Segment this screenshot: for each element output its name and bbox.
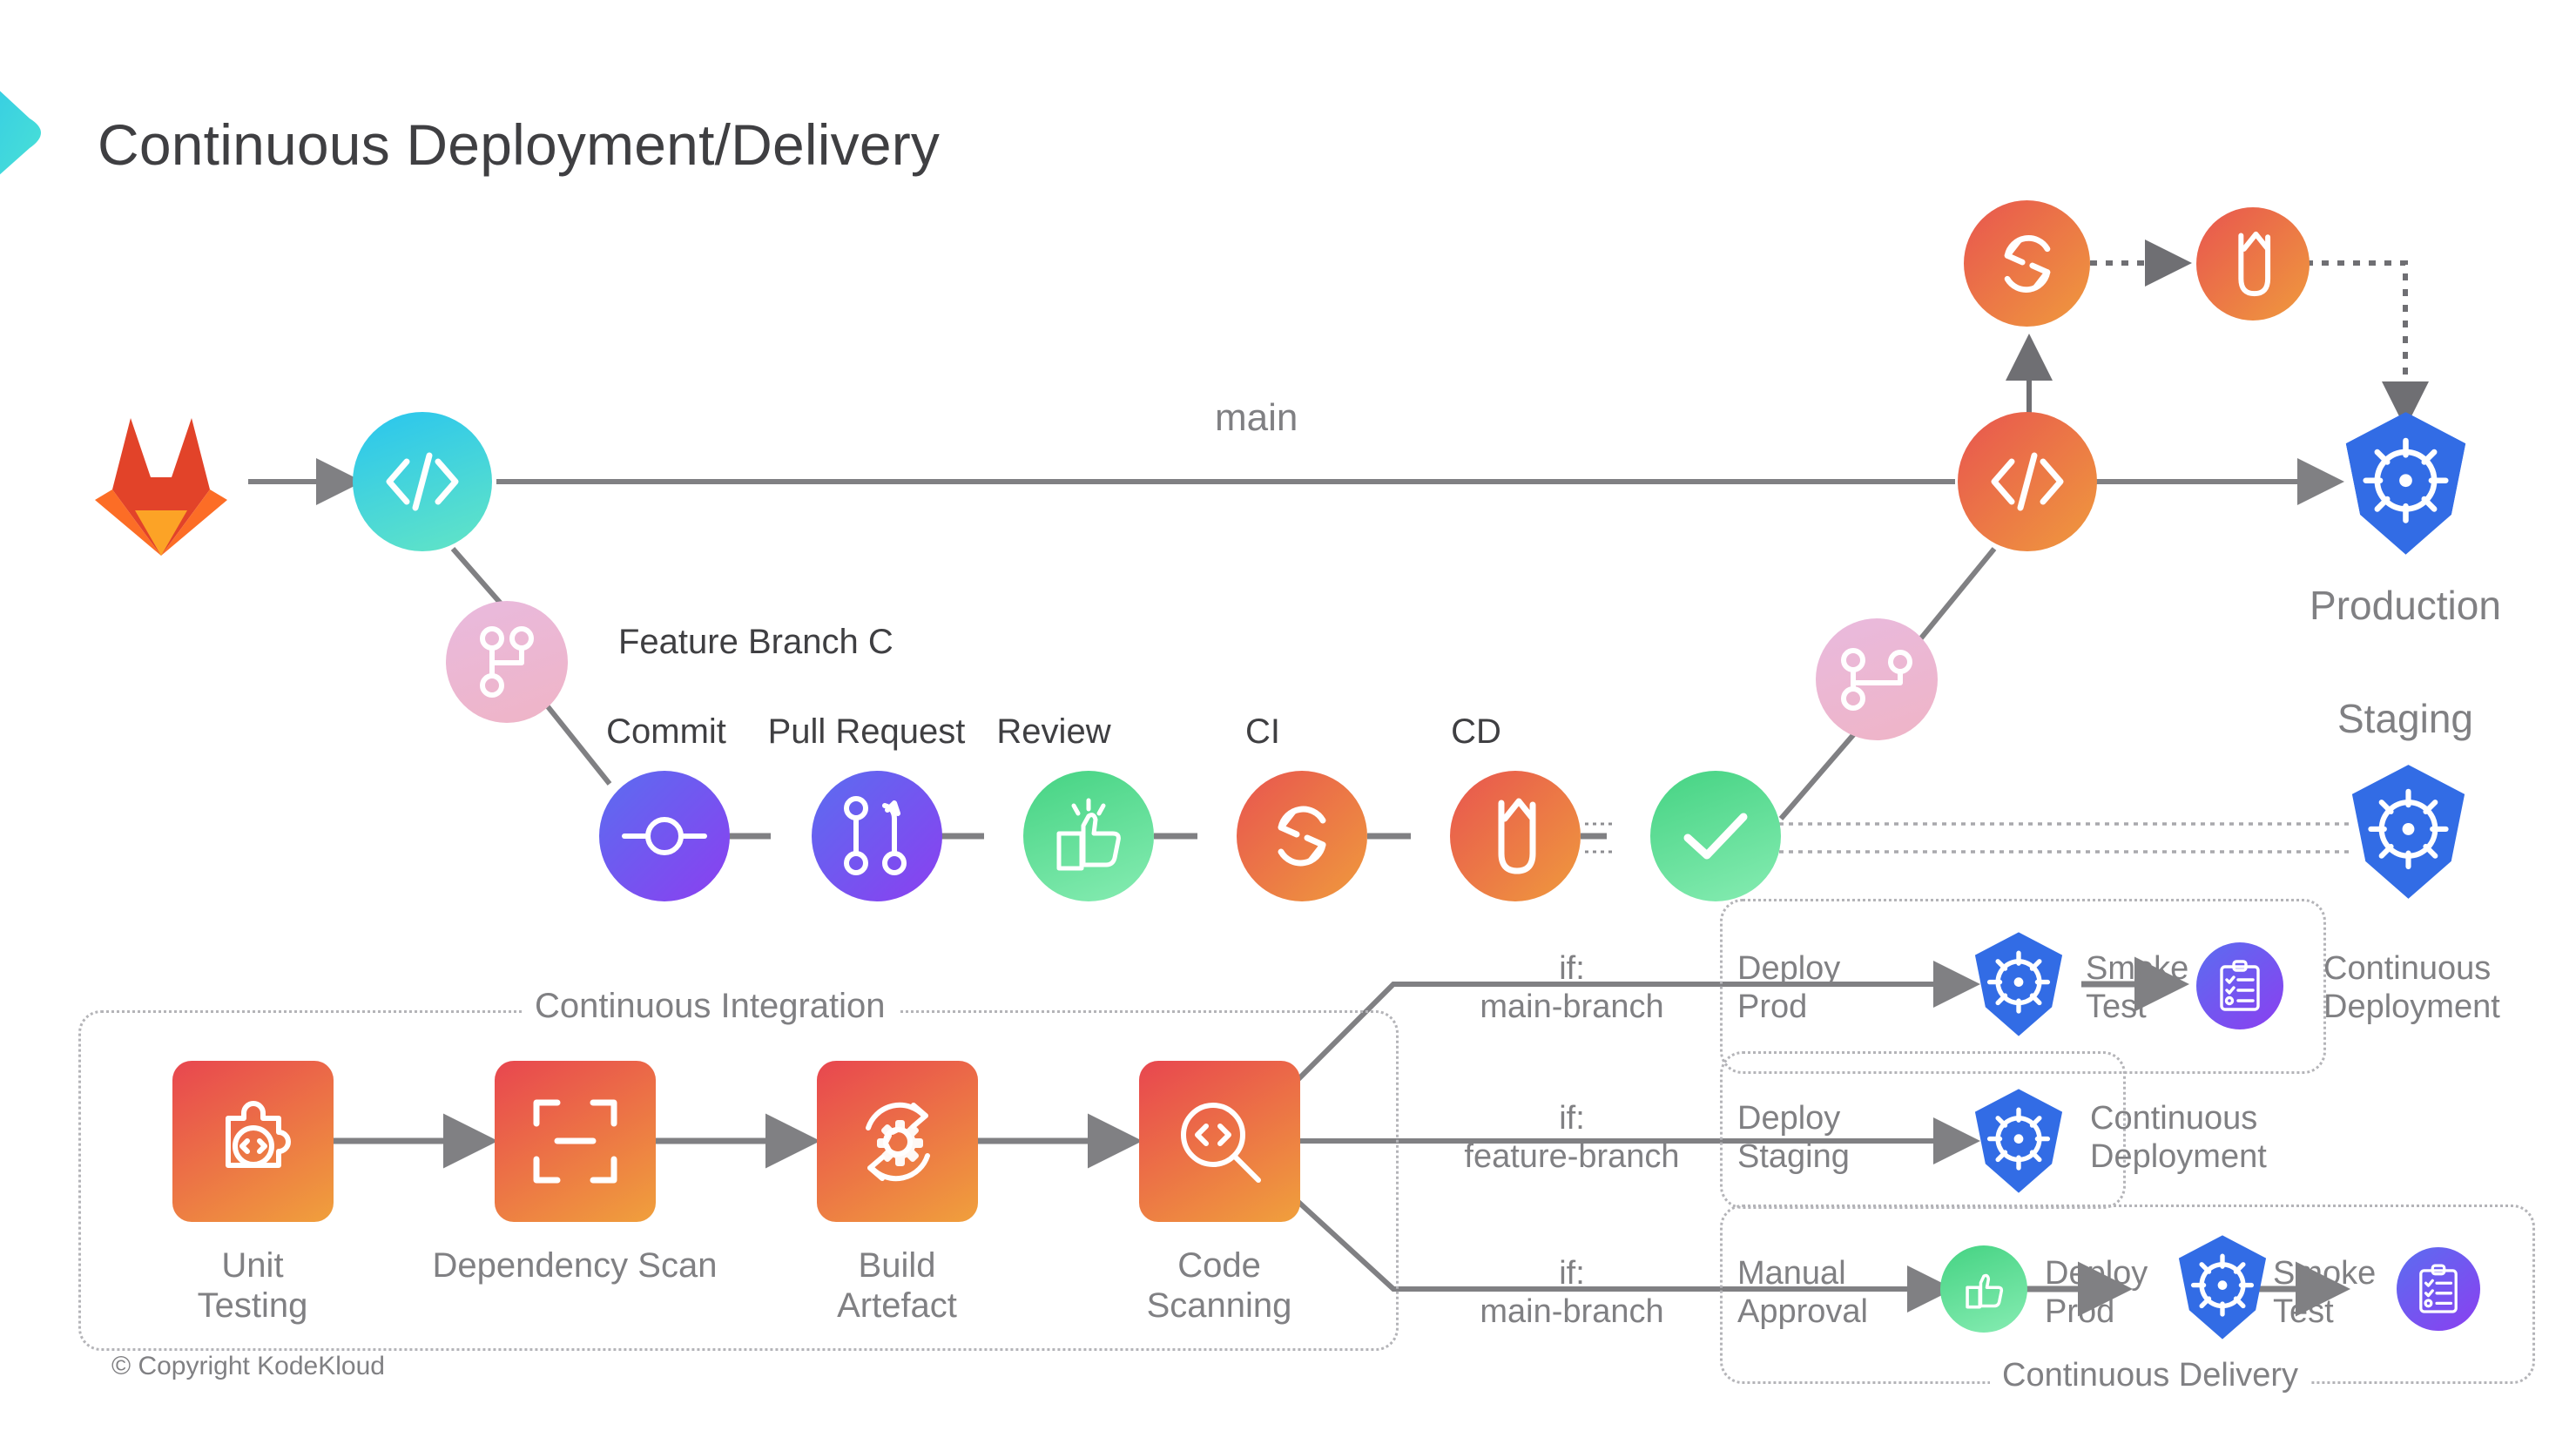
label-line-1: Build xyxy=(858,1246,936,1285)
edge-label-line-1: Manual xyxy=(1737,1255,1846,1292)
edge-label-line-2: Staging xyxy=(1737,1138,1850,1176)
sync-icon xyxy=(1237,771,1367,901)
edge-label-line-1: Deploy xyxy=(1737,1100,1841,1137)
edge-label-line-2: Approval xyxy=(1737,1293,1868,1331)
branch-3-step-5-label: Smoke Test xyxy=(2273,1254,2412,1331)
code-repo-icon xyxy=(353,412,492,551)
production-label: Production xyxy=(2310,583,2501,628)
check-circle-icon xyxy=(1650,771,1781,901)
label-line-1: Code xyxy=(1177,1246,1261,1285)
continuous-integration-caption: Continuous Integration xyxy=(523,987,898,1026)
feature-branch-label: Feature Branch C xyxy=(618,623,894,661)
ci-step-label-code-scanning: Code Scanning xyxy=(1110,1245,1328,1326)
prod-sync-icon xyxy=(1964,200,2090,327)
label-line-2: Testing xyxy=(197,1286,308,1326)
thumbs-up-icon xyxy=(1023,771,1154,901)
staging-kubernetes-icon xyxy=(2341,762,2476,901)
condition-line-1: if: xyxy=(1559,950,1585,987)
label-line-2: Artefact xyxy=(837,1286,957,1326)
condition-line-2: main-branch xyxy=(1480,1293,1664,1331)
prod-code-repo-icon xyxy=(1958,412,2097,551)
ci-step-label-build-artefact: Build Artefact xyxy=(797,1245,997,1326)
branch-1-condition: if: main-branch xyxy=(1441,949,1703,1026)
condition-line-2: feature-branch xyxy=(1464,1138,1680,1176)
branch-1-checklist-icon xyxy=(2196,942,2283,1029)
label-line-1: Unit xyxy=(221,1246,284,1285)
deploy-arrow-icon xyxy=(1450,771,1581,901)
production-kubernetes-icon xyxy=(2334,409,2478,557)
branch-1-kubernetes-icon xyxy=(1966,930,2071,1038)
pipeline-stage-label-commit: Commit xyxy=(606,712,726,751)
branch-3-checklist-icon xyxy=(2397,1247,2480,1331)
edge-label-line-1: Smoke xyxy=(2273,1255,2377,1292)
pipeline-stage-label-cd: CD xyxy=(1451,712,1501,751)
pull-request-icon xyxy=(812,771,942,901)
branch-1-step-1-label: Deploy Prod xyxy=(1737,949,1885,1026)
branch-2-condition: if: feature-branch xyxy=(1424,1099,1720,1176)
main-branch-label: main xyxy=(1215,396,1298,439)
code-scanning-icon xyxy=(1139,1061,1300,1222)
label-line-1: Dependency Scan xyxy=(432,1246,718,1285)
outcome-line-2: Deployment xyxy=(2323,989,2500,1026)
condition-line-1: if: xyxy=(1559,1255,1585,1292)
branch-3-thumbs-up-icon xyxy=(1940,1245,2027,1333)
merge-branch-node-icon xyxy=(1816,618,1938,740)
branch-1-outcome: Continuous Deployment xyxy=(2323,949,2576,1026)
staging-label: Staging xyxy=(2337,696,2473,741)
branch-3-step-1-label: Manual Approval xyxy=(1737,1254,1912,1331)
outcome-line-1: Continuous xyxy=(2323,950,2492,987)
edge-label-line-1: Deploy xyxy=(1737,950,1841,987)
condition-line-1: if: xyxy=(1559,1100,1585,1137)
branch-2-outcome: Continuous Deployment xyxy=(2090,1099,2377,1176)
branch-3-condition: if: main-branch xyxy=(1441,1254,1703,1331)
commit-icon xyxy=(599,771,730,901)
gitlab-logo-icon xyxy=(83,409,239,557)
prod-deploy-arrow-icon xyxy=(2196,207,2310,321)
branch-3-kubernetes-icon xyxy=(2170,1233,2275,1341)
outcome-line-1: Continuous xyxy=(2090,1100,2258,1137)
dependency-scan-icon xyxy=(495,1061,656,1222)
branch-2-step-1-label: Deploy Staging xyxy=(1737,1099,1903,1176)
pipeline-stage-label-review: Review xyxy=(996,712,1111,751)
edge-label-line-2: Test xyxy=(2273,1293,2334,1331)
ci-step-label-unit-testing: Unit Testing xyxy=(152,1245,353,1326)
feature-branch-node-icon xyxy=(446,601,568,723)
edge-label-line-2: Prod xyxy=(1737,989,1808,1026)
ci-step-label-dependency-scan: Dependency Scan xyxy=(427,1245,723,1286)
label-line-2: Scanning xyxy=(1146,1286,1292,1326)
unit-test-icon xyxy=(172,1061,334,1222)
pipeline-stage-label-ci: CI xyxy=(1245,712,1280,751)
copyright-text: © Copyright KodeKloud xyxy=(111,1352,385,1380)
pipeline-stage-label-pull-request: Pull Request xyxy=(767,712,966,751)
outcome-line-2: Deployment xyxy=(2090,1138,2267,1176)
brand-swoosh-decoration xyxy=(0,21,73,239)
branch-2-kubernetes-icon xyxy=(1966,1087,2071,1195)
condition-line-2: main-branch xyxy=(1480,989,1664,1026)
build-artefact-icon xyxy=(817,1061,978,1222)
page-title: Continuous Deployment/Delivery xyxy=(98,112,941,177)
continuous-delivery-caption: Continuous Delivery xyxy=(1990,1357,2311,1394)
